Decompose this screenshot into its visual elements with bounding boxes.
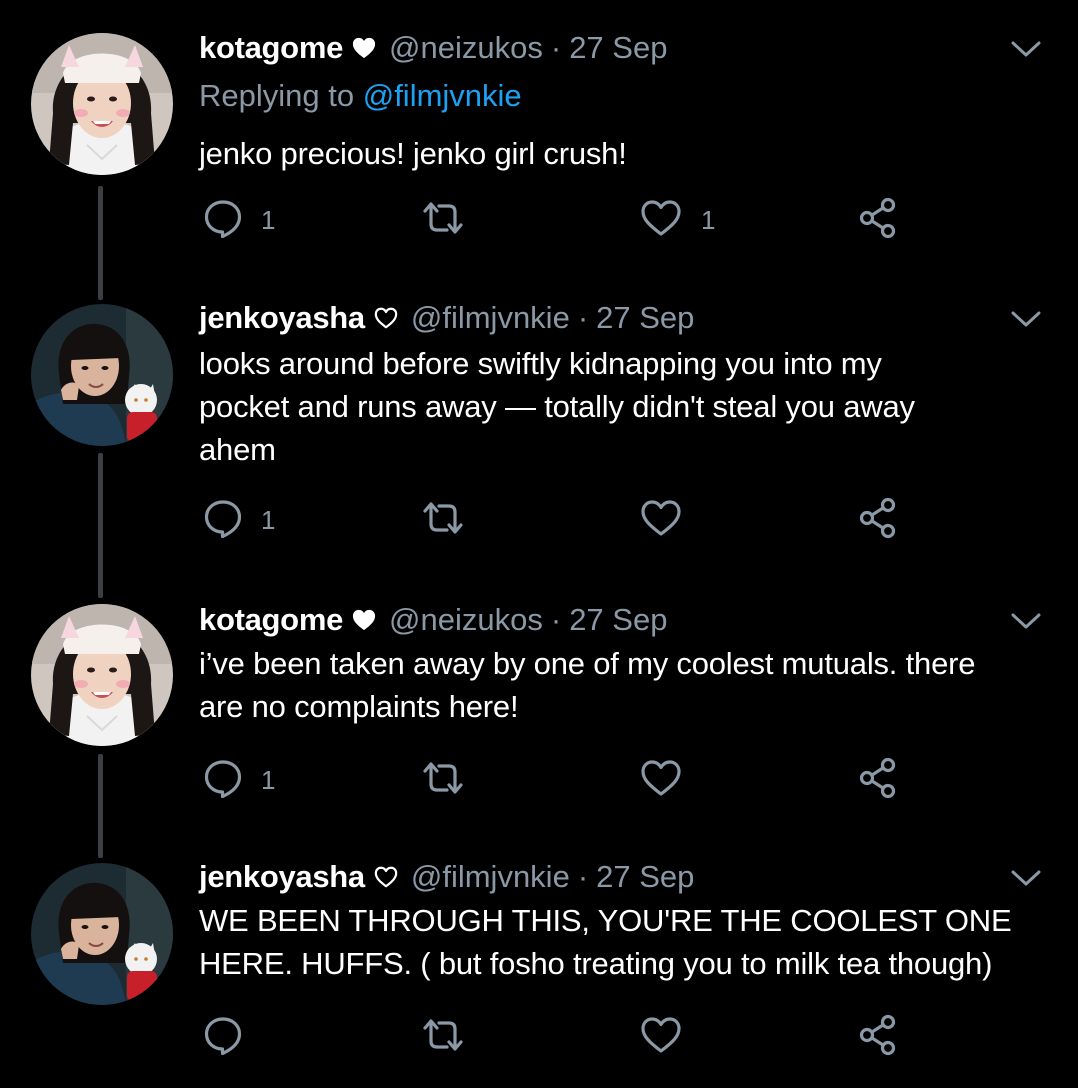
tweet-text-line: looks around before swiftly kidnapping y… [199,346,882,381]
tweet-actions [199,1015,919,1059]
retweet-arrows-icon [419,498,467,543]
heart-outline-icon [639,1015,683,1060]
retweet-arrows-icon [419,758,467,803]
share-button[interactable] [857,198,901,242]
tweet-actions: 1 1 [199,198,919,242]
retweet-button[interactable] [419,758,467,802]
reply-button[interactable] [203,1015,261,1059]
tweet[interactable]: jenkoyasha @filmjvnkie · 27 Sep looks ar… [0,298,1078,568]
display-name[interactable]: kotagome [199,30,343,66]
tweet[interactable]: kotagome @neizukos · 27 Sep i’ve been ta… [0,600,1078,820]
display-name[interactable]: jenkoyasha [199,300,365,336]
tweet-header: kotagome @neizukos · 27 Sep [199,600,667,640]
tweet-text: WE BEEN THROUGH THIS, YOU'RE THE COOLEST… [199,899,1059,985]
retweet-button[interactable] [419,198,467,242]
reply-button[interactable]: 1 [203,198,275,242]
display-name[interactable]: jenkoyasha [199,859,365,895]
username[interactable]: @neizukos [389,30,543,66]
share-nodes-icon [857,196,901,245]
replying-to-label: Replying to [199,78,363,113]
display-name[interactable]: kotagome [199,602,343,638]
share-button[interactable] [857,498,901,542]
reply-count: 1 [261,764,276,795]
avatar[interactable] [31,863,173,1005]
share-nodes-icon [857,496,901,545]
replying-to: Replying to @filmjvnkie [199,78,522,114]
separator: · [550,30,562,65]
replying-to-mention[interactable]: @filmjvnkie [363,78,522,113]
heart-outline-icon [639,498,683,543]
heart-filled-icon [351,36,377,60]
heart-outline-icon [373,306,399,330]
share-button[interactable] [857,1015,901,1059]
retweet-button[interactable] [419,498,467,542]
avatar[interactable] [31,304,173,446]
tweet-text-line: pocket and runs away — totally didn't st… [199,389,915,424]
tweet-text-line: WE BEEN THROUGH THIS, YOU'RE THE COOLEST… [199,903,1012,938]
tweet-text: jenko precious! jenko girl crush! [199,136,627,171]
reply-count: 1 [261,204,276,235]
chevron-down-icon[interactable] [1006,863,1046,893]
chevron-down-icon[interactable] [1006,304,1046,334]
separator: · [577,859,589,894]
username[interactable]: @filmjvnkie [411,300,570,336]
speech-bubble-icon [203,498,243,543]
separator: · [550,602,562,637]
reply-count: 1 [261,504,276,535]
timestamp[interactable]: 27 Sep [569,602,667,638]
like-button[interactable] [639,758,701,802]
like-count: 1 [701,204,716,235]
tweet-header: jenkoyasha @filmjvnkie · 27 Sep [199,298,694,338]
chevron-down-icon[interactable] [1006,606,1046,636]
retweet-arrows-icon [419,198,467,243]
tweet-text: looks around before swiftly kidnapping y… [199,342,1059,471]
share-button[interactable] [857,758,901,802]
reply-button[interactable]: 1 [203,758,275,802]
tweet-actions: 1 [199,758,919,802]
heart-outline-icon [639,198,683,243]
like-button[interactable]: 1 [639,198,715,242]
speech-bubble-icon [203,198,243,243]
tweet-text-line: HERE. HUFFS. ( but fosho treating you to… [199,946,993,981]
avatar[interactable] [31,604,173,746]
tweet-text-line: i’ve been taken away by one of my cooles… [199,646,976,681]
username[interactable]: @neizukos [389,602,543,638]
retweet-arrows-icon [419,1015,467,1060]
retweet-button[interactable] [419,1015,467,1059]
heart-outline-icon [639,758,683,803]
separator: · [577,300,589,335]
timestamp[interactable]: 27 Sep [596,300,694,336]
heart-filled-icon [351,608,377,632]
speech-bubble-icon [203,1015,243,1060]
timestamp[interactable]: 27 Sep [569,30,667,66]
tweet-header: kotagome @neizukos · 27 Sep [199,28,667,68]
avatar[interactable] [31,33,173,175]
tweet-actions: 1 [199,498,919,542]
reply-button[interactable]: 1 [203,498,275,542]
username[interactable]: @filmjvnkie [411,859,570,895]
heart-outline-icon [373,865,399,889]
tweet[interactable]: jenkoyasha @filmjvnkie · 27 Sep WE BEEN … [0,857,1078,1077]
like-button[interactable] [639,498,701,542]
speech-bubble-icon [203,758,243,803]
share-nodes-icon [857,756,901,805]
like-button[interactable] [639,1015,701,1059]
tweet-text-line: ahem [199,432,276,467]
share-nodes-icon [857,1013,901,1062]
tweet-text: i’ve been taken away by one of my cooles… [199,642,1059,728]
tweet-text-line: are no complaints here! [199,689,519,724]
tweet-header: jenkoyasha @filmjvnkie · 27 Sep [199,857,694,897]
chevron-down-icon[interactable] [1006,34,1046,64]
timestamp[interactable]: 27 Sep [596,859,694,895]
tweet[interactable]: kotagome @neizukos · 27 Sep Replying to … [0,28,1078,278]
